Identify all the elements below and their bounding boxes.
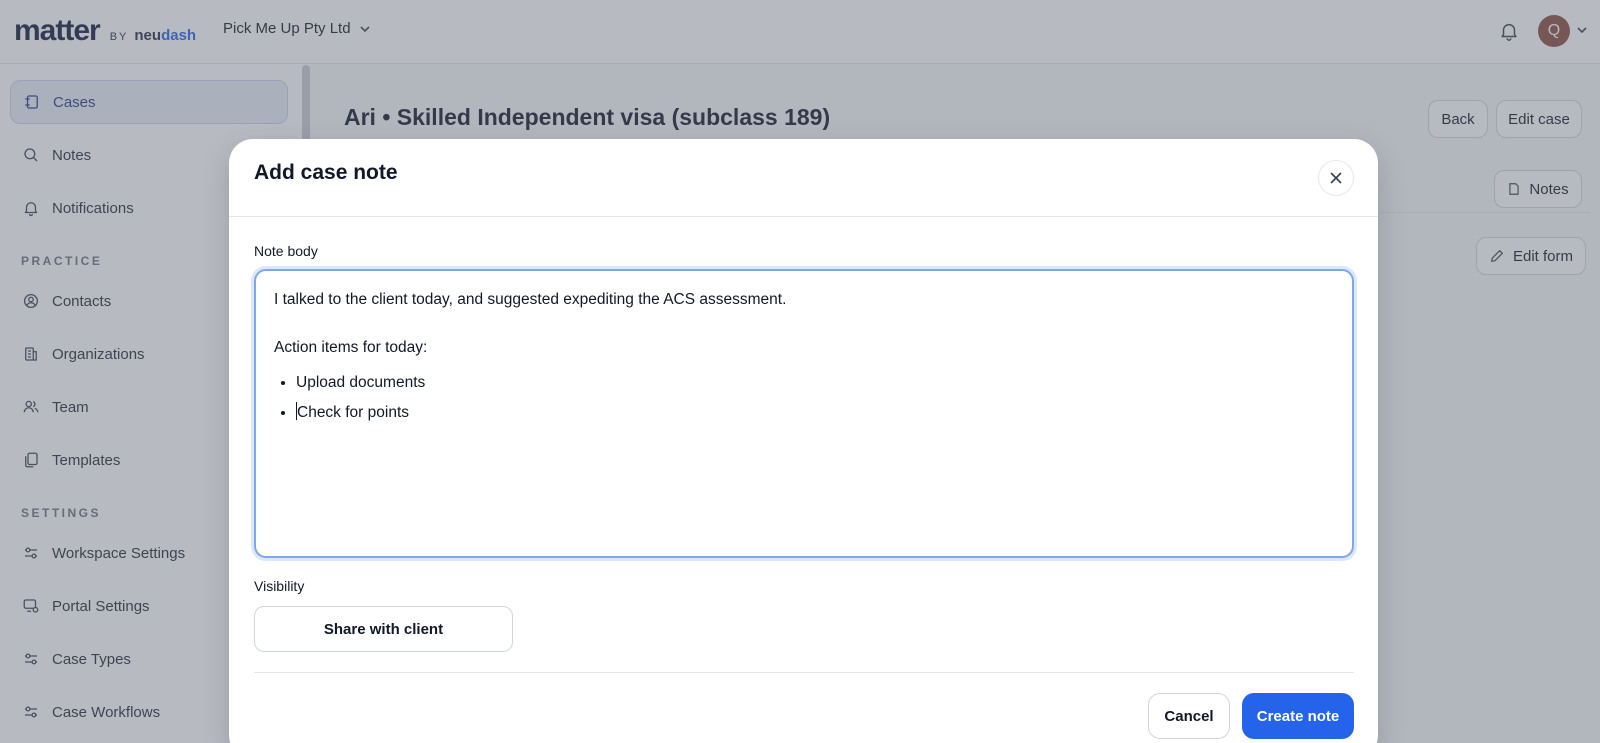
visibility-label: Visibility	[254, 578, 305, 594]
create-note-button[interactable]: Create note	[1242, 693, 1354, 739]
list-item: Check for points	[296, 402, 1334, 424]
note-paragraph: Action items for today:	[274, 339, 428, 357]
note-body-editor[interactable]: I talked to the client today, and sugges…	[254, 269, 1354, 558]
divider	[254, 672, 1354, 673]
dialog-title: Add case note	[254, 161, 398, 184]
note-paragraph: I talked to the client today, and sugges…	[274, 291, 787, 308]
note-bullet-list: Upload documents Check for points	[296, 372, 1334, 425]
close-icon	[1330, 172, 1342, 184]
cancel-button[interactable]: Cancel	[1148, 693, 1230, 739]
note-body-label: Note body	[254, 243, 318, 259]
close-button[interactable]	[1318, 160, 1354, 196]
list-item-text: Check for points	[297, 404, 409, 422]
share-with-client-toggle[interactable]: Share with client	[254, 606, 513, 652]
add-case-note-dialog: Add case note Note body I talked to the …	[229, 139, 1378, 743]
divider	[229, 216, 1378, 217]
list-item: Upload documents	[296, 372, 1334, 394]
